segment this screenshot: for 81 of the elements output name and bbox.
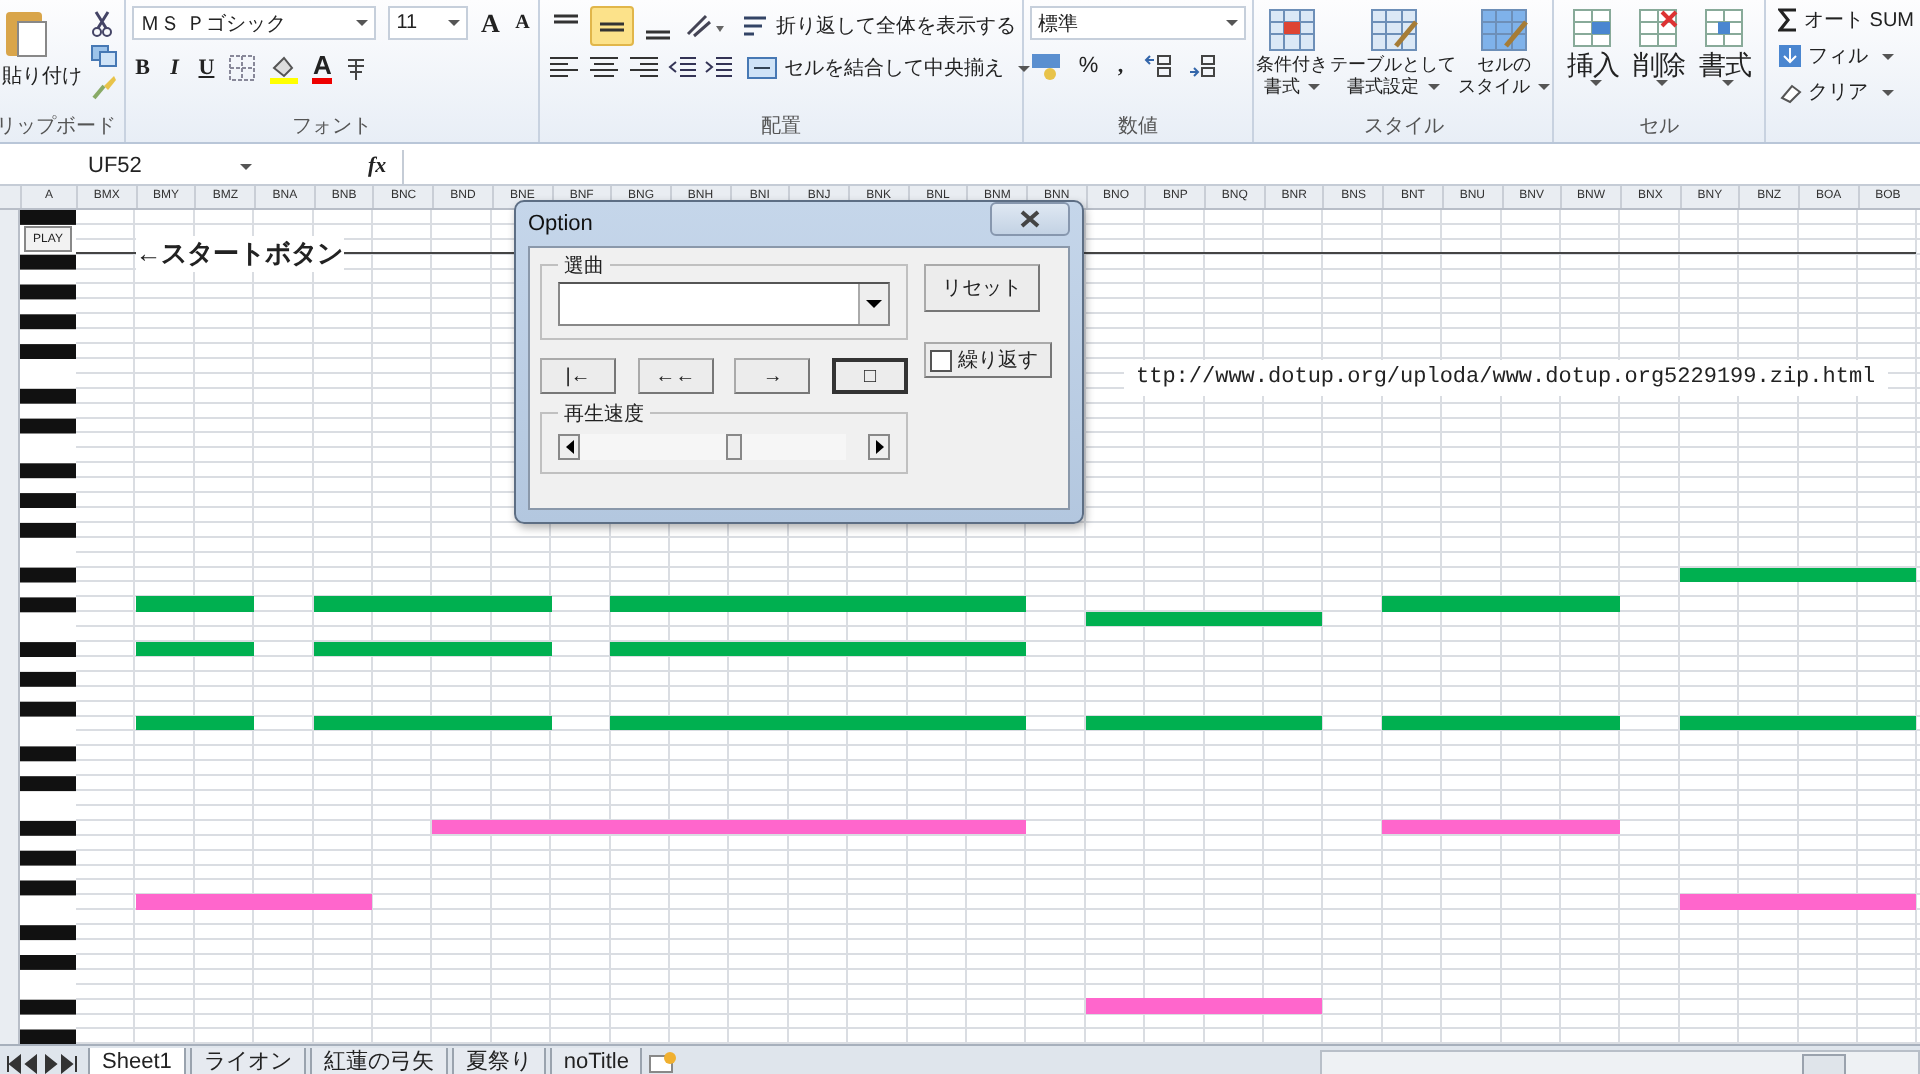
sheet-tab[interactable]: 夏祭り <box>451 1047 546 1074</box>
borders-icon[interactable] <box>228 54 257 82</box>
format-table-button[interactable]: テーブルとして 書式設定 <box>1330 6 1457 98</box>
merge-icon <box>746 56 779 80</box>
repeat-checkbox[interactable]: 繰り返す <box>924 342 1052 378</box>
number-format-field[interactable]: 標準 <box>1030 6 1247 40</box>
fill-color-icon[interactable] <box>268 52 301 84</box>
table-icon <box>1478 6 1531 54</box>
bold-button[interactable]: B <box>132 56 153 80</box>
conditional-format-button[interactable]: 条件付き 書式 <box>1256 6 1329 98</box>
delete-cells-button[interactable]: 削除 <box>1626 6 1691 86</box>
horizontal-align-icon[interactable] <box>626 54 663 82</box>
cells-icon <box>1634 6 1683 50</box>
play-forward-button[interactable]: → <box>734 358 811 394</box>
font-name-field[interactable]: ＭＳ Ｐゴシック <box>132 6 377 40</box>
italic-button[interactable]: I <box>164 56 185 80</box>
scissors-icon[interactable] <box>90 10 114 38</box>
sheet-tab[interactable]: 紅蓮の弓矢 <box>309 1047 448 1074</box>
dialog-title: Option <box>528 212 593 236</box>
cells-icon <box>1568 6 1617 50</box>
group-label: スタイル <box>1361 114 1446 140</box>
sheet-tab[interactable]: noTitle <box>549 1047 643 1074</box>
underline-button[interactable]: U <box>196 56 217 80</box>
group-label: フォント <box>290 114 375 140</box>
merge-center-button[interactable]: セルを結合して中央揃え <box>746 54 1031 82</box>
speed-thumb[interactable] <box>726 434 743 460</box>
autosum-button[interactable]: オート SUM <box>1778 6 1914 34</box>
url-text: ttp://www.dotup.org/uploda/www.dotup.org5229199.zip.html <box>1124 360 1888 396</box>
sigma-icon <box>1778 8 1798 32</box>
group-label: 数値 <box>1116 114 1161 140</box>
format-cells-button[interactable]: 書式 <box>1692 6 1757 86</box>
font-color-button[interactable]: A <box>312 53 333 83</box>
close-icon <box>1020 210 1040 228</box>
cells-icon <box>1700 6 1749 50</box>
wrap-text-button[interactable]: 折り返して全体を表示する <box>742 12 1017 40</box>
copy-icon[interactable] <box>90 44 118 68</box>
frame-label: 選曲 <box>558 252 610 280</box>
reset-button[interactable]: リセット <box>924 264 1040 312</box>
new-sheet-icon[interactable] <box>646 1051 679 1074</box>
paste-button[interactable]: 貼り付け <box>2 6 82 102</box>
clipboard-icon <box>2 6 50 58</box>
sheet-tab[interactable]: Sheet1 <box>88 1047 186 1074</box>
decrease-indent-icon[interactable] <box>666 54 699 82</box>
stop-button[interactable]: □ <box>831 358 908 394</box>
wrap-icon <box>742 14 771 38</box>
comma-button[interactable]: , <box>1110 54 1131 78</box>
decrease-decimal-icon[interactable] <box>1186 54 1219 78</box>
percent-button[interactable]: % <box>1078 54 1099 78</box>
horizontal-align-icon[interactable] <box>586 54 623 82</box>
speed-scrollbar[interactable] <box>558 434 890 460</box>
close-button[interactable] <box>990 202 1070 236</box>
increase-indent-icon[interactable] <box>702 54 735 82</box>
cell-styles-button[interactable]: セルの スタイル <box>1458 6 1551 98</box>
right-arrow-icon <box>875 440 883 454</box>
table-icon <box>1367 6 1420 54</box>
function-button[interactable]: fx <box>368 154 387 178</box>
start-label: ←スタートボタン <box>135 236 344 273</box>
shrink-font-button[interactable]: A <box>512 12 533 34</box>
group-label: リップボード <box>0 113 118 140</box>
clear-button[interactable]: クリア <box>1778 78 1914 106</box>
name-box[interactable]: UF52 <box>0 154 260 178</box>
left-arrow-icon <box>565 440 573 454</box>
song-dropdown[interactable] <box>558 282 890 326</box>
grow-font-button[interactable]: A <box>480 7 501 39</box>
vertical-align-icon[interactable] <box>590 6 635 46</box>
insert-cells-button[interactable]: 挿入 <box>1560 6 1625 86</box>
increase-decimal-icon[interactable] <box>1142 54 1175 78</box>
down-arrow-icon <box>1778 44 1802 68</box>
sheet-tab[interactable]: ライオン <box>189 1047 306 1074</box>
orientation-icon[interactable] <box>682 10 727 42</box>
fill-button[interactable]: フィル <box>1778 42 1914 70</box>
horizontal-scrollbar[interactable] <box>1320 1050 1920 1074</box>
group-label: 配置 <box>759 113 804 140</box>
frame-label: 再生速度 <box>558 400 650 428</box>
group-label: セル <box>1637 114 1682 140</box>
rewind-start-button[interactable]: |← <box>540 358 616 394</box>
rewind-button[interactable]: ←← <box>637 358 714 394</box>
eraser-icon <box>1778 80 1802 104</box>
table-icon <box>1266 6 1319 54</box>
font-size-field[interactable]: 11 <box>388 6 469 40</box>
horizontal-align-icon[interactable] <box>546 54 583 82</box>
